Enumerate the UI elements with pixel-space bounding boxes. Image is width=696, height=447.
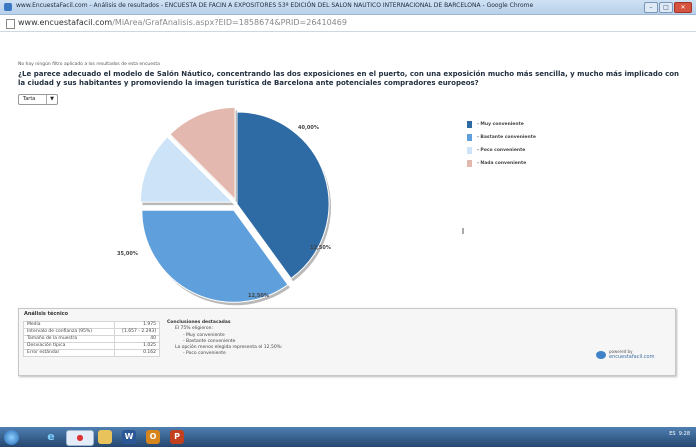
system-tray: ES 9:28 (669, 431, 690, 437)
page-icon (6, 19, 15, 29)
pie-slice-label: 12,50% (248, 293, 269, 299)
conclusions: Conclusiones destacadas El 75% eligieron… (167, 320, 282, 358)
legend-item: - Poco conveniente (467, 144, 536, 157)
outlook-icon[interactable]: O (146, 430, 160, 444)
window-title: www.EncuestaFacil.com - Análisis de resu… (16, 2, 534, 9)
taskbar: e ● W O P ES 9:28 (0, 427, 696, 447)
table-row: Intervalo de confianza (95%) [1.657 - 2.2… (23, 328, 160, 336)
legend-swatch (467, 147, 472, 154)
stat-label: Error estándar (23, 349, 115, 357)
pie-slice-label: 12,50% (310, 245, 331, 251)
address-bar[interactable]: www.encuestafacil.com/MiArea/GrafAnalisi… (0, 15, 696, 32)
stat-value: 40 (114, 335, 160, 343)
legend-label: - Poco conveniente (477, 148, 526, 153)
powered-by-logo[interactable]: powered by encuestafacil.com (596, 349, 680, 361)
url-host: www.encuestafacil.com (18, 18, 113, 27)
chart-legend: - Muy conveniente - Bastante conveniente… (467, 118, 536, 170)
table-row: Desviación típica 1.025 (23, 342, 160, 350)
url-path: /MiArea/GrafAnalisis.aspx?EID=1858674&PR… (112, 18, 347, 27)
chrome-taskbar-icon[interactable]: ● (66, 430, 94, 446)
legend-label: - Bastante conveniente (477, 135, 536, 140)
encuestafacil-logo-icon (596, 351, 606, 359)
legend-item: - Muy conveniente (467, 118, 536, 131)
conclusion-line: - Poco conveniente (183, 351, 226, 357)
table-row: Media 1.975 (23, 321, 160, 329)
maximize-button[interactable]: □ (659, 2, 673, 13)
word-icon[interactable]: W (122, 430, 136, 444)
page-content: No hay ningún filtro aplicado a los resu… (0, 32, 696, 427)
stat-label: Intervalo de confianza (95%) (23, 328, 115, 336)
pie-slice-label: 35,00% (117, 251, 138, 257)
legend-swatch (467, 160, 472, 167)
stat-value: 0.162 (114, 349, 160, 357)
legend-item: - Nada conveniente (467, 157, 536, 170)
stat-value: 1.025 (114, 342, 160, 350)
stat-label: Desviación típica (23, 342, 115, 350)
pie-slice-label: 40,00% (298, 125, 319, 131)
site-favicon-icon (4, 3, 12, 11)
legend-label: - Muy conveniente (477, 122, 524, 127)
tray-language: ES (669, 431, 676, 437)
legend-label: - Nada conveniente (477, 161, 527, 166)
window-controls: – □ ✕ (644, 2, 692, 13)
powerpoint-icon[interactable]: P (170, 430, 184, 444)
table-row: Tamaño de la muestra 40 (23, 335, 160, 343)
stat-label: Tamaño de la muestra (23, 335, 115, 343)
folder-icon[interactable] (98, 430, 112, 444)
analysis-panel: Análisis técnico Media 1.975 Intervalo de… (18, 308, 676, 376)
brand-name: encuestafacil.com (609, 354, 655, 360)
stats-table: Media 1.975 Intervalo de confianza (95%)[… (23, 321, 160, 357)
legend-item: - Bastante conveniente (467, 131, 536, 144)
table-row: Error estándar 0.162 (23, 349, 160, 357)
tray-clock: 9:28 (678, 431, 690, 437)
browser-titlebar: www.EncuestaFacil.com - Análisis de resu… (0, 0, 696, 15)
divider (462, 228, 464, 234)
analysis-heading: Análisis técnico (24, 311, 69, 317)
legend-swatch (467, 134, 472, 141)
stat-value: 1.975 (114, 321, 160, 329)
stat-value: [1.657 - 2.293] (114, 328, 160, 336)
legend-swatch (467, 121, 472, 128)
internet-explorer-icon[interactable]: e (44, 430, 58, 444)
minimize-button[interactable]: – (644, 2, 658, 13)
close-button[interactable]: ✕ (674, 2, 692, 13)
start-button[interactable] (4, 430, 19, 445)
url-text[interactable]: www.encuestafacil.com/MiArea/GrafAnalisi… (18, 18, 347, 27)
stat-label: Media (23, 321, 115, 329)
